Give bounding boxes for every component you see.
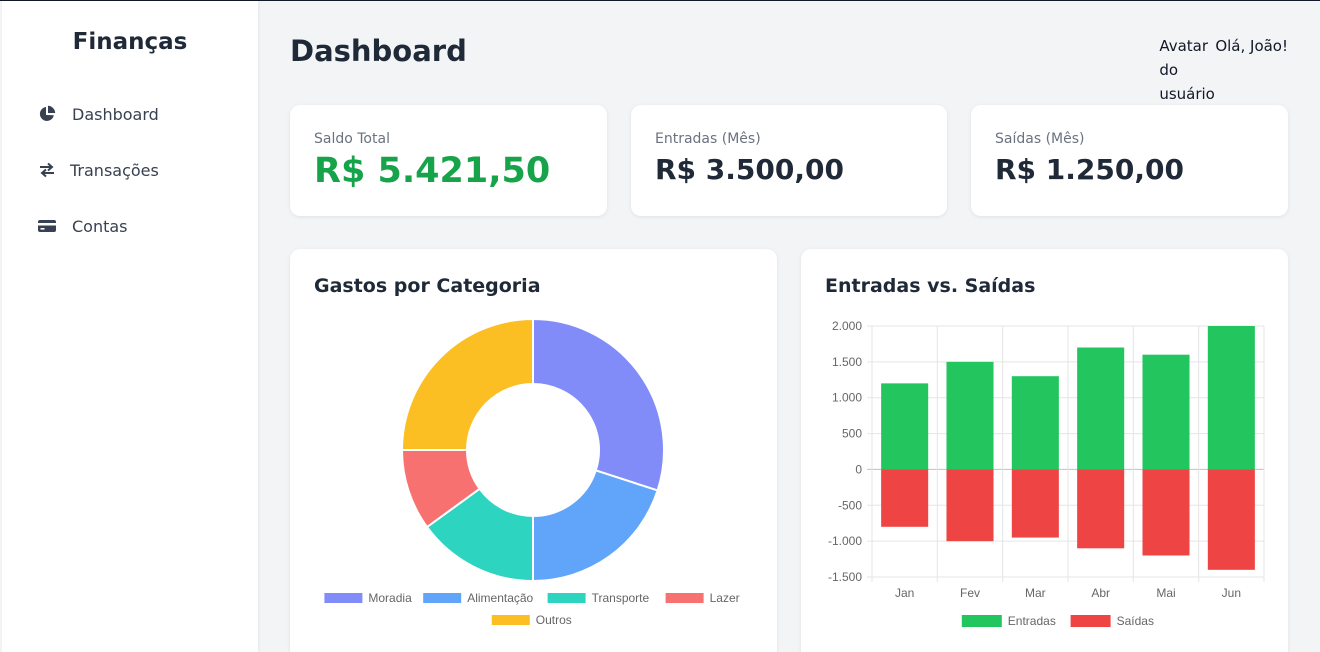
stat-card-entradas: Entradas (Mês) R$ 3.500,00 — [631, 105, 947, 216]
user-area: Avatar do usuário Olá, João! — [1159, 34, 1288, 106]
bar-entradas-abr[interactable] — [1077, 347, 1125, 470]
stat-value: R$ 3.500,00 — [655, 153, 844, 186]
y-tick-label: 1.500 — [832, 355, 862, 369]
donut-slice-moradia[interactable] — [532, 317, 665, 492]
x-tick-label: Jan — [895, 586, 914, 600]
sidebar-item-label: Transações — [70, 160, 159, 180]
avatar[interactable]: Avatar do usuário — [1159, 34, 1215, 106]
legend-label: Saídas — [1117, 614, 1154, 628]
legend-item-outros[interactable]: Outros — [491, 613, 572, 627]
bar-entradas-jan[interactable] — [881, 383, 929, 470]
x-tick-label: Mai — [1156, 586, 1175, 600]
x-tick-label: Fev — [960, 586, 980, 600]
legend-swatch — [423, 593, 462, 603]
sidebar: Finanças Dashboard Transações Contas — [2, 1, 258, 652]
legend-item-entradas[interactable]: Entradas — [961, 614, 1056, 628]
bar-chart-panel: Entradas vs. Saídas 2.000 1.500 1.000 500 0-… — [801, 249, 1288, 652]
sidebar-item-label: Dashboard — [72, 104, 159, 124]
sidebar-item-label: Contas — [72, 216, 128, 236]
app-brand: Finanças — [72, 29, 188, 55]
stat-value: R$ 1.250,00 — [995, 153, 1184, 186]
arrows-exchange-icon — [36, 159, 58, 181]
stat-label: Entradas (Mês) — [655, 131, 761, 147]
legend-swatch — [665, 593, 704, 603]
x-tick-label: Mar — [1025, 586, 1046, 600]
y-tick-label: -1.500 — [828, 570, 862, 584]
legend-item-lazer[interactable]: Lazer — [665, 591, 740, 605]
bar-saídas-jun[interactable] — [1207, 469, 1255, 570]
legend-swatch — [324, 593, 363, 603]
legend-label: Lazer — [710, 591, 740, 605]
donut-chart-panel: Gastos por Categoria Moradia Alimentação T… — [290, 249, 777, 652]
legend-item-moradia[interactable]: Moradia — [324, 591, 412, 605]
legend-swatch — [547, 593, 586, 603]
pie-chart-icon — [36, 103, 58, 125]
user-greeting: Olá, João! — [1215, 37, 1288, 55]
legend-item-alimentação[interactable]: Alimentação — [423, 591, 534, 605]
bar-entradas-mai[interactable] — [1142, 354, 1190, 470]
bar-saídas-fev[interactable] — [946, 469, 994, 542]
sidebar-item-transacoes[interactable]: Transações — [36, 156, 159, 184]
stat-card-saldo: Saldo Total R$ 5.421,50 — [290, 105, 607, 216]
donut-chart: Moradia Alimentação Transporte Lazer Outros — [324, 317, 740, 627]
bar-saídas-jan[interactable] — [881, 469, 929, 527]
bar-entradas-jun[interactable] — [1207, 326, 1255, 470]
donut-slice-alimentação[interactable] — [532, 469, 659, 583]
sidebar-item-contas[interactable]: Contas — [36, 212, 128, 240]
bar-saídas-abr[interactable] — [1077, 469, 1125, 549]
stat-card-saidas: Saídas (Mês) R$ 1.250,00 — [971, 105, 1288, 216]
y-tick-label: -1.000 — [828, 534, 862, 548]
legend-label: Transporte — [592, 591, 650, 605]
stat-value: R$ 5.421,50 — [314, 151, 551, 191]
donut-slice-outros[interactable] — [400, 317, 534, 451]
legend-swatch — [491, 615, 530, 625]
y-tick-label: 500 — [842, 427, 862, 441]
bar-saídas-mar[interactable] — [1011, 469, 1059, 538]
stat-label: Saídas (Mês) — [995, 131, 1085, 147]
x-tick-label: Abr — [1091, 586, 1110, 600]
sidebar-item-dashboard[interactable]: Dashboard — [36, 100, 159, 128]
y-tick-label: 0 — [855, 462, 862, 476]
legend-label: Outros — [536, 613, 572, 627]
bar-chart: 2.000 1.500 1.000 500 0 -500 -1.000 -1.500 Jan Fe… — [828, 319, 1265, 628]
legend-item-saídas[interactable]: Saídas — [1070, 614, 1154, 628]
credit-card-icon — [36, 215, 58, 237]
stat-label: Saldo Total — [314, 131, 390, 147]
legend-label: Moradia — [368, 591, 412, 605]
legend-label: Alimentação — [467, 591, 533, 605]
x-tick-label: Jun — [1222, 586, 1241, 600]
legend-label: Entradas — [1008, 614, 1056, 628]
legend-item-transporte[interactable]: Transporte — [547, 591, 650, 605]
bar-saídas-mai[interactable] — [1142, 469, 1190, 556]
legend-swatch — [1070, 615, 1111, 627]
bar-entradas-fev[interactable] — [946, 361, 994, 470]
y-tick-label: 1.000 — [832, 391, 862, 405]
bar-entradas-mar[interactable] — [1011, 376, 1059, 470]
legend-swatch — [961, 615, 1002, 627]
y-tick-label: 2.000 — [832, 319, 862, 333]
y-tick-label: -500 — [838, 498, 862, 512]
page-title: Dashboard — [290, 34, 467, 68]
